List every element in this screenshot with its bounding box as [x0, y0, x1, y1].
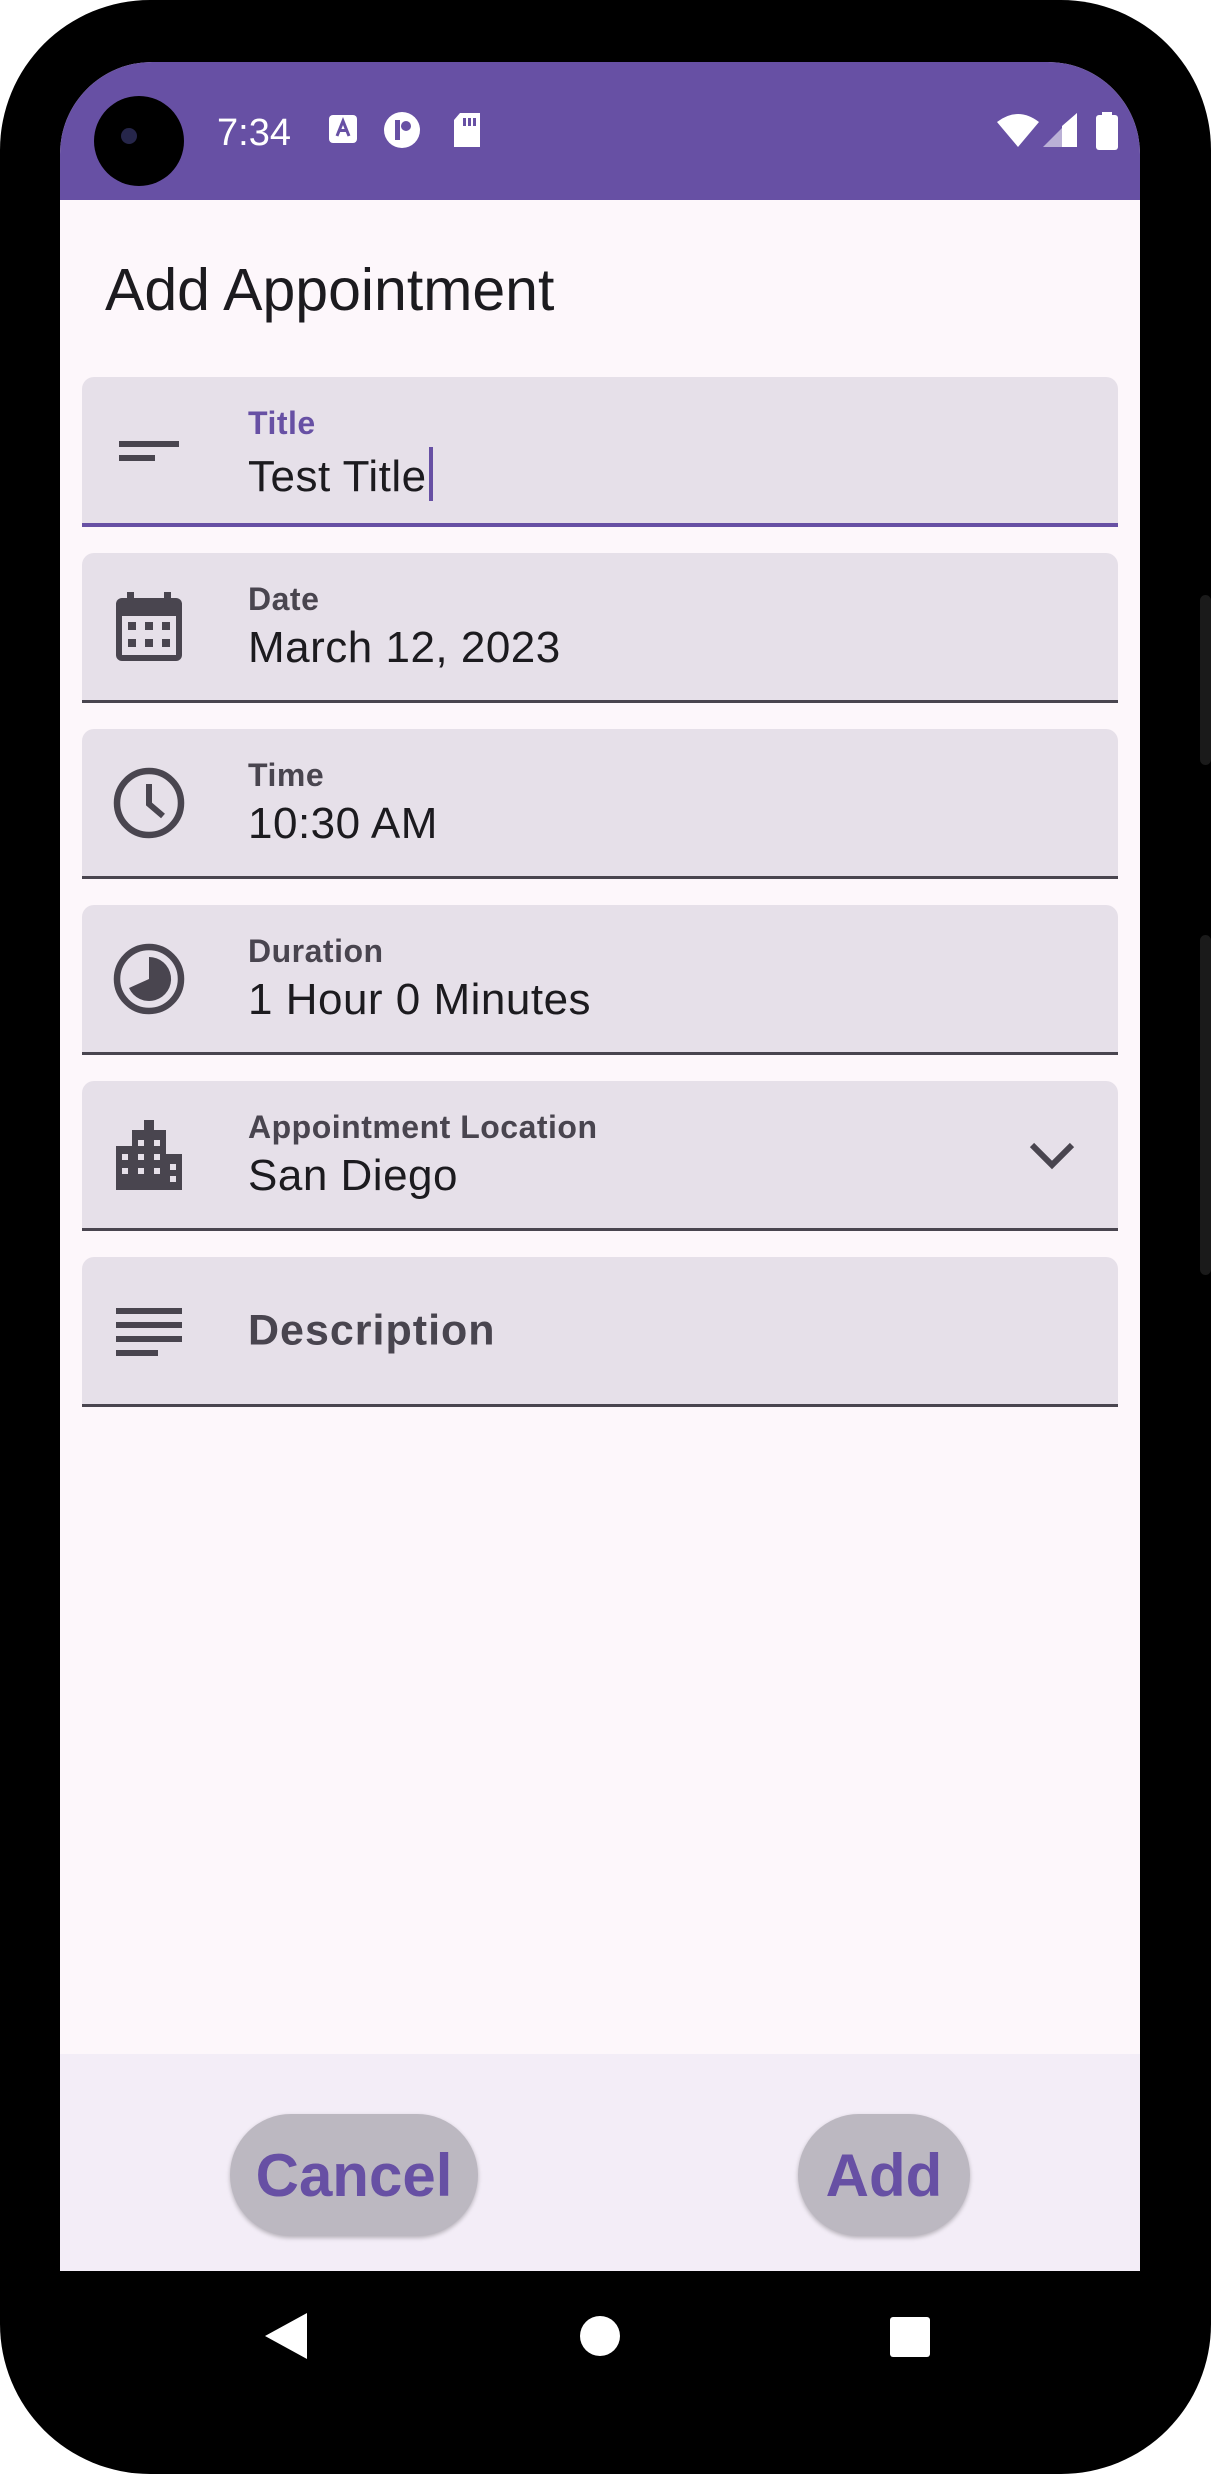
power-button — [1200, 935, 1211, 1275]
back-icon[interactable] — [263, 2311, 309, 2361]
home-icon[interactable] — [579, 2315, 621, 2357]
system-nav-bar — [60, 2271, 1140, 2411]
title-input[interactable]: Test Title — [248, 447, 433, 502]
cancel-button[interactable]: Cancel — [230, 2114, 478, 2236]
pie-timer-icon — [113, 943, 185, 1014]
circle-app-icon — [384, 112, 420, 148]
location-dropdown[interactable]: Appointment Location San Diego — [82, 1081, 1118, 1231]
status-bar: 7:34 — [60, 62, 1140, 200]
chevron-down-icon[interactable] — [1024, 1127, 1080, 1183]
duration-label: Duration — [248, 933, 384, 969]
bottom-action-bar: Cancel Add — [60, 2054, 1140, 2271]
duration-value: 1 Hour 0 Minutes — [248, 975, 592, 1024]
battery-icon — [1096, 112, 1118, 150]
text-cursor — [428, 447, 433, 501]
volume-button — [1200, 595, 1211, 765]
time-value: 10:30 AM — [248, 799, 438, 848]
short-text-icon — [119, 441, 179, 461]
status-time: 7:34 — [217, 112, 291, 154]
clock-icon — [113, 767, 185, 838]
sd-card-icon — [454, 113, 480, 147]
title-label: Title — [248, 405, 316, 441]
wifi-icon — [997, 114, 1039, 147]
location-label: Appointment Location — [248, 1109, 598, 1145]
cell-signal-icon — [1043, 113, 1077, 147]
title-field[interactable]: Title Test Title — [82, 377, 1118, 527]
page-title: Add Appointment — [105, 257, 555, 323]
recents-icon[interactable] — [889, 2316, 931, 2358]
date-value: March 12, 2023 — [248, 623, 561, 672]
add-button[interactable]: Add — [798, 2114, 970, 2236]
app-screen: 7:34 Add Appointment Title Test Title Da… — [60, 62, 1140, 2271]
a-notification-icon — [329, 115, 357, 143]
description-field[interactable]: Description — [82, 1257, 1118, 1407]
location-value: San Diego — [248, 1151, 458, 1200]
duration-field[interactable]: Duration 1 Hour 0 Minutes — [82, 905, 1118, 1055]
date-label: Date — [248, 581, 320, 617]
time-field[interactable]: Time 10:30 AM — [82, 729, 1118, 879]
date-field[interactable]: Date March 12, 2023 — [82, 553, 1118, 703]
time-label: Time — [248, 757, 325, 793]
phone-frame: 7:34 Add Appointment Title Test Title Da… — [0, 0, 1211, 2474]
notes-icon — [116, 1307, 182, 1356]
front-camera — [94, 96, 184, 186]
building-icon — [116, 1119, 182, 1190]
description-placeholder[interactable]: Description — [248, 1306, 496, 1355]
calendar-icon — [116, 591, 182, 661]
